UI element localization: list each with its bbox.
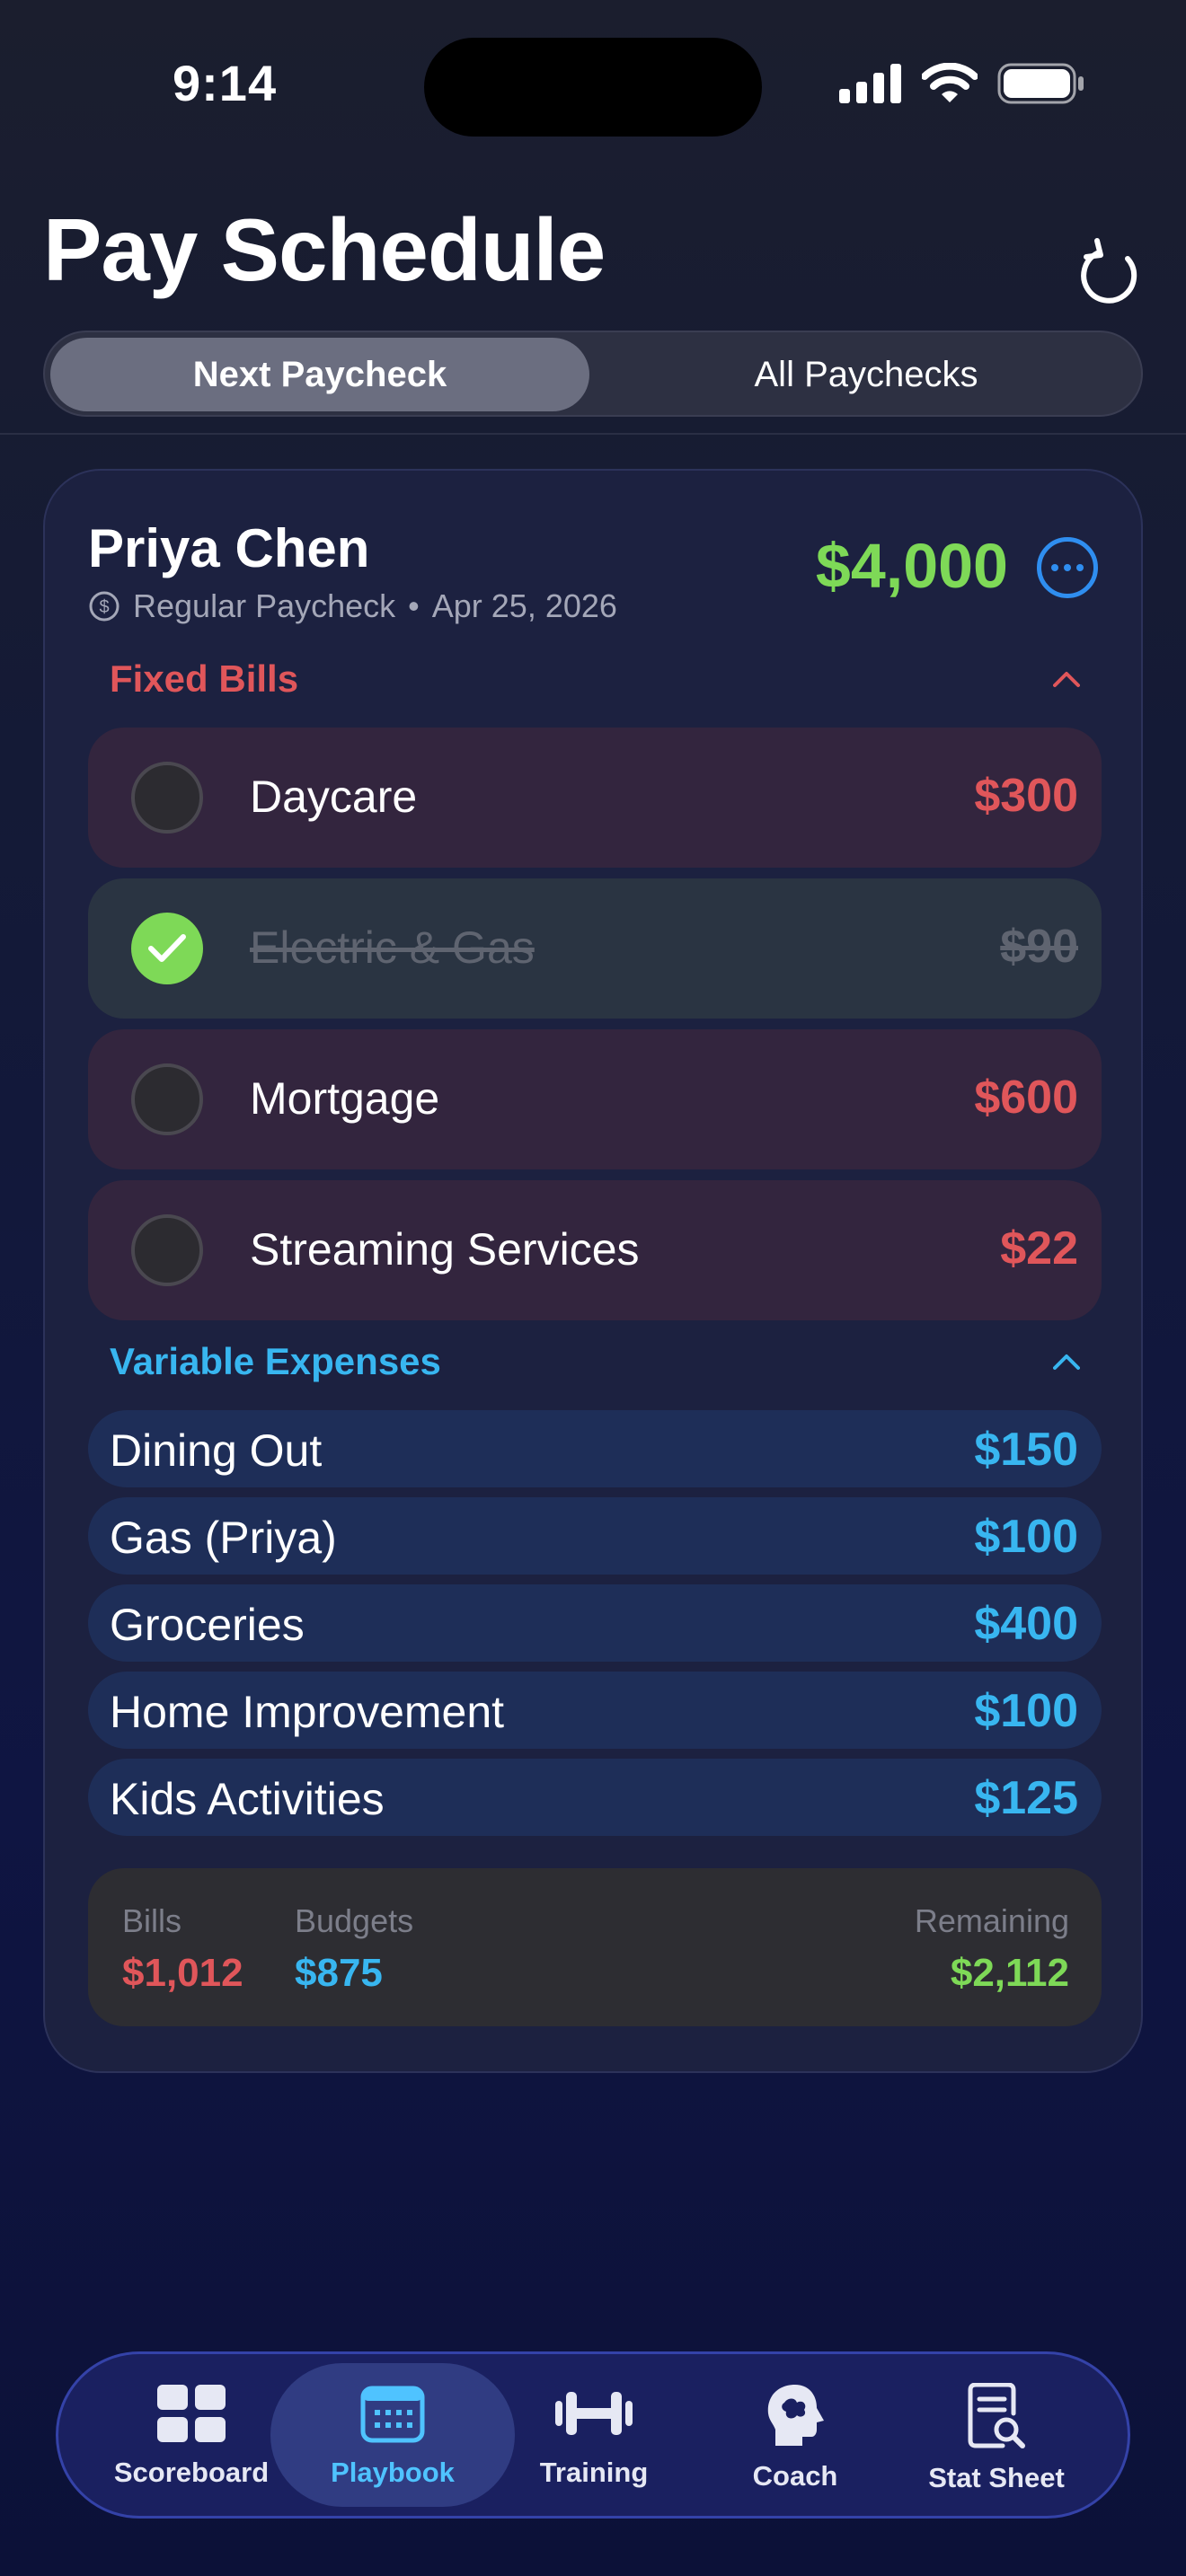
more-icon-dot — [1076, 564, 1084, 571]
person-name: Priya Chen — [88, 518, 370, 578]
expense-amount: $150 — [974, 1424, 1078, 1476]
variable-expenses-header[interactable]: Variable Expenses — [110, 1340, 1080, 1383]
cellular-signal-icon — [839, 64, 901, 103]
tab-coach[interactable]: Coach — [696, 2363, 894, 2507]
bill-amount: $90 — [1000, 921, 1078, 973]
budgets-total-value: $875 — [295, 1951, 383, 1995]
status-time: 9:14 — [173, 55, 278, 111]
bills-total-label: Bills — [122, 1902, 182, 1939]
expense-row-kids-activities[interactable]: Kids Activities $125 — [88, 1759, 1102, 1836]
bill-checkbox[interactable] — [131, 1063, 203, 1135]
paycheck-summary: Bills $1,012 Budgets $875 Remaining $2,1… — [88, 1868, 1102, 2026]
bills-total-value: $1,012 — [122, 1951, 243, 1995]
expense-row-groceries[interactable]: Groceries $400 — [88, 1584, 1102, 1662]
expense-amount: $100 — [974, 1685, 1078, 1737]
bill-row-mortgage[interactable]: Mortgage $600 — [88, 1029, 1102, 1169]
paycheck-amount: $4,000 — [815, 531, 1008, 601]
document-search-icon — [968, 2383, 1025, 2448]
expense-name: Home Improvement — [110, 1687, 505, 1737]
brain-head-icon — [767, 2385, 824, 2446]
expense-name: Kids Activities — [110, 1774, 385, 1824]
budgets-total-label: Budgets — [295, 1902, 414, 1939]
tab-scoreboard[interactable]: Scoreboard — [93, 2363, 290, 2507]
bill-amount: $600 — [974, 1072, 1078, 1124]
chevron-up-icon — [1053, 672, 1080, 687]
status-icons — [839, 63, 1085, 104]
tab-training[interactable]: Training — [495, 2363, 693, 2507]
tab-label: Training — [539, 2457, 649, 2488]
svg-text:$: $ — [99, 597, 109, 617]
page-title: Pay Schedule — [43, 200, 606, 299]
more-icon-dot — [1064, 564, 1071, 571]
expense-row-dining-out[interactable]: Dining Out $150 — [88, 1410, 1102, 1487]
more-options-button[interactable] — [1037, 537, 1098, 598]
tab-stat-sheet[interactable]: Stat Sheet — [898, 2363, 1095, 2507]
expense-row-home-improvement[interactable]: Home Improvement $100 — [88, 1672, 1102, 1749]
bill-name: Daycare — [250, 772, 418, 822]
expense-amount: $100 — [974, 1511, 1078, 1563]
calendar-icon — [360, 2386, 425, 2443]
bottom-tab-bar: Scoreboard Playbook Training Coach Stat … — [56, 2351, 1130, 2519]
dumbbell-icon — [555, 2392, 633, 2435]
fixed-bills-header[interactable]: Fixed Bills — [110, 657, 1080, 701]
bill-checkbox[interactable] — [131, 1214, 203, 1286]
refresh-icon — [1081, 238, 1137, 304]
paycheck-card: Priya Chen $ Regular Paycheck • Apr 25, … — [43, 469, 1143, 2073]
bill-name: Electric & Gas — [250, 922, 535, 973]
tab-label: Playbook — [331, 2457, 455, 2488]
tab-label: Stat Sheet — [928, 2462, 1065, 2493]
bill-row-electric-gas[interactable]: Electric & Gas $90 — [88, 878, 1102, 1019]
more-icon-dot — [1051, 564, 1058, 571]
expense-amount: $400 — [974, 1598, 1078, 1650]
paycheck-view-toggle: Next Paycheck All Paychecks — [43, 331, 1143, 417]
header-divider — [0, 433, 1186, 435]
expense-name: Dining Out — [110, 1425, 323, 1476]
tab-playbook[interactable]: Playbook — [270, 2363, 515, 2507]
status-bar: 9:14 — [0, 0, 1186, 171]
bill-row-streaming[interactable]: Streaming Services $22 — [88, 1180, 1102, 1320]
chevron-up-icon — [1053, 1354, 1080, 1370]
bill-amount: $22 — [1000, 1222, 1078, 1275]
meta-separator: • — [408, 587, 420, 624]
expense-name: Groceries — [110, 1600, 305, 1650]
refresh-button[interactable] — [1076, 235, 1148, 307]
checkmark-icon — [148, 934, 186, 962]
bill-checkbox[interactable] — [131, 762, 203, 834]
bill-name: Streaming Services — [250, 1224, 640, 1275]
tab-label: Scoreboard — [113, 2457, 270, 2488]
dollar-circle-icon: $ — [89, 591, 119, 622]
dynamic-island — [424, 38, 762, 137]
fixed-bills-title: Fixed Bills — [110, 657, 299, 700]
paycheck-date: Apr 25, 2026 — [431, 587, 617, 624]
expense-name: Gas (Priya) — [110, 1513, 337, 1563]
tab-all-paychecks[interactable]: All Paychecks — [595, 338, 1137, 411]
battery-icon — [997, 63, 1084, 104]
paycheck-meta: $ Regular Paycheck • Apr 25, 2026 — [88, 587, 617, 625]
bill-checkbox-checked[interactable] — [131, 913, 203, 984]
expense-row-gas[interactable]: Gas (Priya) $100 — [88, 1497, 1102, 1575]
wifi-icon — [922, 63, 978, 102]
expense-amount: $125 — [974, 1772, 1078, 1824]
bill-amount: $300 — [974, 770, 1078, 822]
bill-row-daycare[interactable]: Daycare $300 — [88, 728, 1102, 868]
remaining-label: Remaining — [914, 1902, 1069, 1939]
tab-next-paycheck[interactable]: Next Paycheck — [50, 338, 589, 411]
remaining-value: $2,112 — [950, 1951, 1069, 1995]
tab-label: Coach — [752, 2460, 838, 2492]
bill-name: Mortgage — [250, 1073, 440, 1124]
paycheck-type: Regular Paycheck — [133, 587, 396, 624]
grid-icon — [157, 2385, 226, 2442]
variable-expenses-title: Variable Expenses — [110, 1340, 441, 1382]
